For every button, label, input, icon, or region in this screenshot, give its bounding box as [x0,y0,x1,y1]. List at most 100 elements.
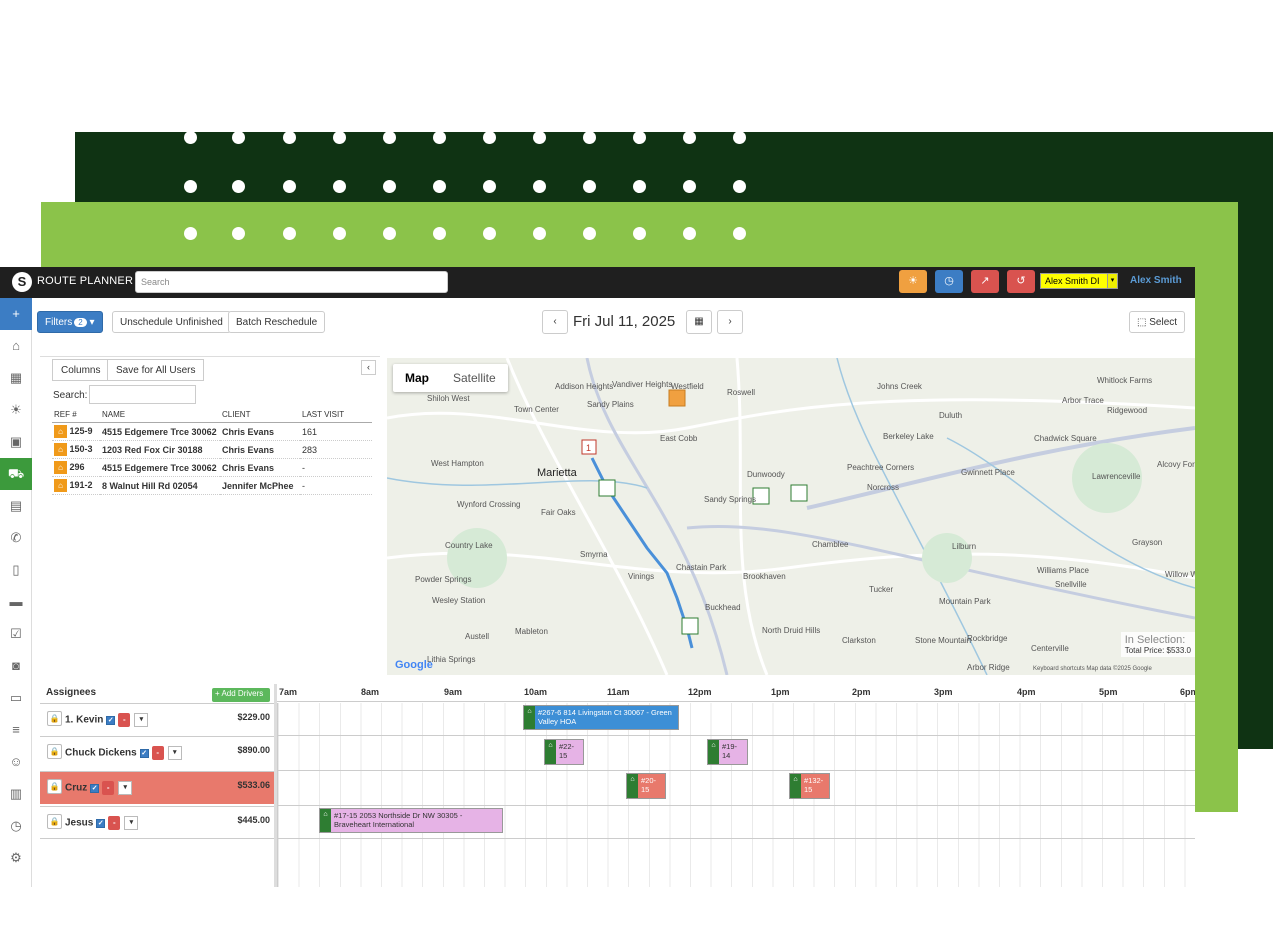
clock-icon[interactable]: ◷ [935,270,963,293]
camera-icon[interactable]: ◙ [0,650,32,682]
add-drivers-button[interactable]: + Add Drivers [212,688,270,702]
map-label: Lithia Springs [427,655,476,664]
assignee-row[interactable]: 🔒 Chuck Dickens ✓ - ▾ $890.00 [40,736,274,769]
remove-assignee-button[interactable]: - [102,781,115,795]
assignee-row[interactable]: 🔒 1. Kevin ✓ - ▾ $229.00 [40,703,274,736]
scheduled-job[interactable]: ⌂ #267-6 814 Livingston Ct 30067 - Green … [523,705,679,730]
document-icon[interactable]: ▯ [0,554,32,586]
column-header-client[interactable]: CLIENT [220,407,300,423]
user-select[interactable]: Alex Smith DI ▾ [1040,273,1118,289]
table-row[interactable]: ⌂ 296 4515 Edgemere Trce 30062 Chris Eva… [52,458,372,477]
google-logo: Google [395,659,433,671]
calendar-icon[interactable]: ▣ [0,426,32,458]
phone-icon[interactable]: ✆ [0,522,32,554]
map-label: Johns Creek [877,382,922,391]
collapse-panel-button[interactable]: ‹ [361,360,376,375]
table-row[interactable]: ⌂ 125-9 4515 Edgemere Trce 30062 Chris E… [52,422,372,441]
app-logo[interactable]: S [12,272,32,292]
hour-label: 3pm [934,687,953,697]
chevron-down-icon[interactable]: ▾ [167,746,182,760]
dashboard-icon[interactable]: ▦ [0,362,32,394]
truck-icon[interactable]: ⛟ [0,458,32,490]
clock-icon[interactable]: ◷ [0,810,32,842]
lock-icon[interactable]: 🔒 [47,814,62,829]
assignee-checkbox[interactable]: ✓ [139,748,149,758]
chart-line-icon[interactable]: ↗ [971,270,999,293]
bar-chart-icon[interactable]: ▥ [0,778,32,810]
assignee-checkbox[interactable]: ✓ [96,818,106,828]
list-icon[interactable]: ≡ [0,714,32,746]
global-search-input[interactable]: Search [135,271,448,293]
remove-assignee-button[interactable]: - [118,713,131,727]
checklist-icon[interactable]: ☑ [0,618,32,650]
gear-icon[interactable]: ⚙ [0,842,32,874]
column-header-last-visit[interactable]: LAST VISIT [300,407,372,423]
sun-icon[interactable]: ☀ [899,270,927,293]
unschedule-unfinished-button[interactable]: Unschedule Unfinished [112,311,231,333]
client-cell: Chris Evans [220,422,300,441]
home-icon: ⌂ [627,774,638,798]
user-icon[interactable]: ☺ [0,746,32,778]
last-visit-cell: 161 [300,422,372,441]
assignee-checkbox[interactable]: ✓ [90,783,100,793]
select-icon: ⬚ [1137,317,1147,328]
map-label: Williams Place [1037,566,1090,575]
column-header-name[interactable]: NAME [100,407,220,423]
table-row[interactable]: ⌂ 150-3 1203 Red Fox Cir 30188 Chris Eva… [52,440,372,459]
chevron-down-icon[interactable]: ▾ [124,816,139,830]
home-icon: ⌂ [708,740,719,764]
calendar-button[interactable]: ▦ [686,310,712,334]
hour-label: 6pm [1180,687,1195,697]
satellite-tab[interactable]: Satellite [441,364,508,392]
select-button[interactable]: ⬚ Select [1129,311,1186,333]
previous-day-button[interactable]: ‹ [542,310,568,334]
hour-label: 11am [607,687,630,697]
unscheduled-jobs-panel: Columns Save for All Users ‹ Search: REF… [40,356,380,676]
archive-icon[interactable]: ▭ [0,682,32,714]
home-icon: ⌂ [54,443,67,456]
total-price-label: Total Price: $533.0 [1124,646,1191,655]
map-label: Fair Oaks [541,508,576,517]
user-name-link[interactable]: Alex Smith [1130,275,1182,286]
map-label: Vandiver Heights [612,380,673,389]
scheduled-job[interactable]: ⌂ #19-14 [707,739,748,765]
home-icon: ⌂ [54,479,67,492]
map-label: Buckhead [705,603,741,612]
lock-icon[interactable]: 🔒 [47,744,62,759]
plus-icon[interactable]: + [0,298,32,330]
lock-icon[interactable]: 🔒 [47,711,62,726]
batch-reschedule-button[interactable]: Batch Reschedule [228,311,326,333]
sun-icon[interactable]: ☀ [0,394,32,426]
route-map[interactable]: 1 Map Satellite Shiloh West Vandiver Heig… [387,358,1195,675]
scheduled-job[interactable]: ⌂ #17-15 2053 Northside Dr NW 30305 - Bra… [319,808,503,833]
hour-label: 4pm [1017,687,1036,697]
scheduled-job[interactable]: ⌂ #132-15 [789,773,830,799]
lock-icon[interactable]: 🔒 [47,779,62,794]
timeline-body: ⌂ #267-6 814 Livingston Ct 30067 - Green … [277,703,1195,887]
home-icon[interactable]: ⌂ [0,330,32,362]
map-label: Dunwoody [747,470,785,479]
next-day-button[interactable]: › [717,310,743,334]
map-tab[interactable]: Map [393,364,441,392]
assignee-row[interactable]: 🔒 Jesus ✓ - ▾ $445.00 [40,806,274,839]
scheduled-job[interactable]: ⌂ #20-15 [626,773,666,799]
history-icon[interactable]: ↺ [1007,270,1035,293]
remove-assignee-button[interactable]: - [151,746,164,760]
chevron-down-icon[interactable]: ▾ [134,713,149,727]
filters-button[interactable]: Filters 2 ▾ [37,311,103,333]
briefcase-icon[interactable]: ▬ [0,586,32,618]
assignee-row-selected[interactable]: 🔒 Cruz ✓ - ▾ $533.06 [40,771,274,804]
chevron-down-icon[interactable]: ▾ [118,781,133,795]
clipboard-icon[interactable]: ▤ [0,490,32,522]
jobs-search-input[interactable] [89,385,196,404]
map-label: West Hampton [431,459,484,468]
columns-button[interactable]: Columns [52,359,110,381]
column-header-ref[interactable]: REF # [52,407,100,423]
assignee-checkbox[interactable]: ✓ [106,715,116,725]
ref-cell: 191-2 [69,480,93,490]
map-label: Lilburn [952,542,977,551]
save-for-all-users-button[interactable]: Save for All Users [107,359,205,381]
table-row[interactable]: ⌂ 191-2 8 Walnut Hill Rd 02054 Jennifer … [52,476,372,495]
scheduled-job[interactable]: ⌂ #22-15 [544,739,584,765]
remove-assignee-button[interactable]: - [108,816,121,830]
